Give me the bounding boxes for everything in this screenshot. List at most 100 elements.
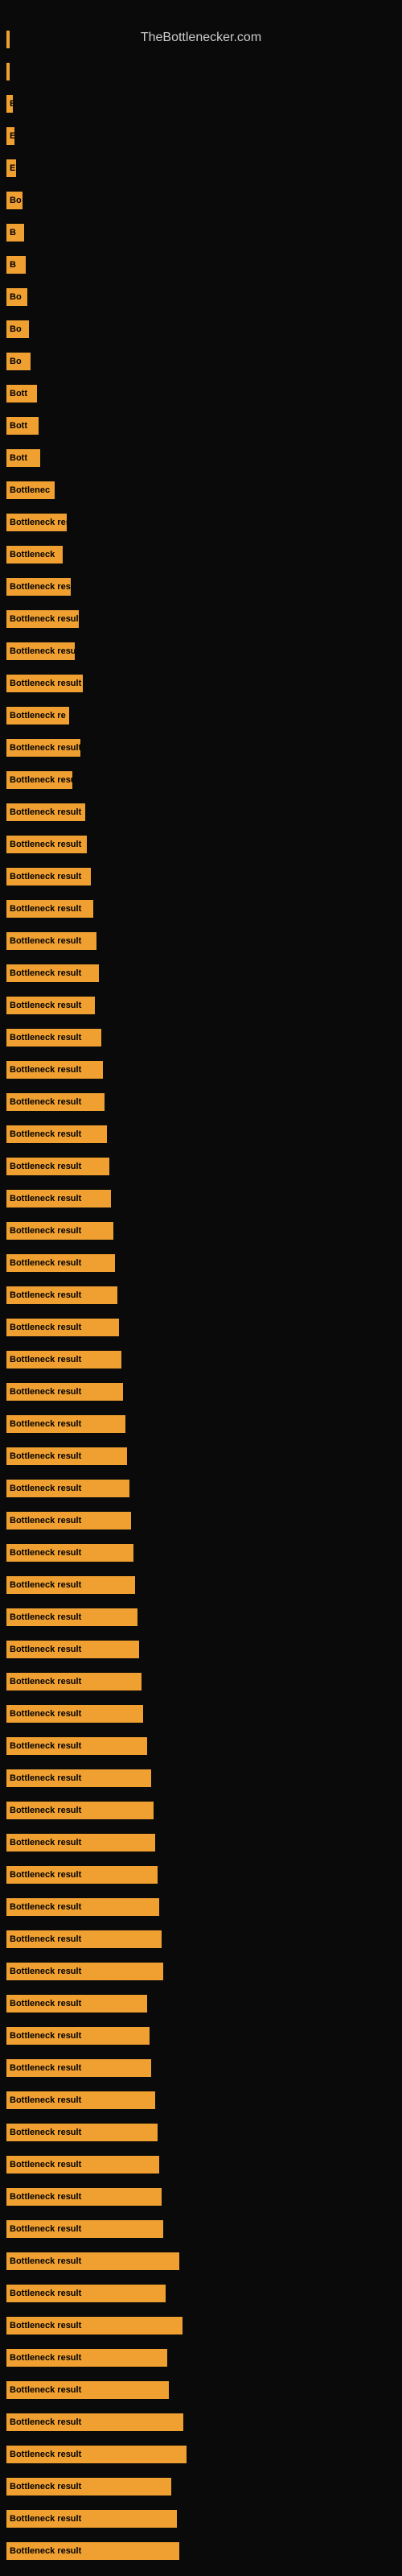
bar: Bottleneck result: [6, 2124, 158, 2141]
bar: Bott: [6, 385, 37, 402]
bar-row: E: [6, 125, 14, 147]
bar: Bottleneck result: [6, 1480, 129, 1497]
bar-row: E: [6, 93, 13, 115]
bar-row: Bottleneck result: [6, 1220, 113, 1242]
bar: Bottleneck result: [6, 868, 91, 886]
bar: Bottlenec: [6, 481, 55, 499]
bar: Bottleneck result: [6, 836, 87, 853]
bar: Bottleneck resu: [6, 642, 75, 660]
bar-row: E: [6, 157, 16, 180]
bar-row: Bott: [6, 447, 40, 469]
bar: Bottleneck result: [6, 2478, 171, 2496]
bar-row: Bottlenec: [6, 479, 55, 502]
bar: Bottleneck result: [6, 2027, 150, 2045]
bar: Bottleneck re: [6, 707, 69, 724]
bar-row: Bottleneck result: [6, 2089, 155, 2112]
bar-row: Bottleneck result: [6, 2025, 150, 2047]
bar: Bottleneck result: [6, 997, 95, 1014]
bar: B: [6, 224, 24, 242]
bar-row: Bottleneck result: [6, 2186, 162, 2208]
bar: Bottleneck result: [6, 2413, 183, 2431]
bar-row: Bottleneck result: [6, 1284, 117, 1307]
bar-row: Bottleneck result: [6, 1735, 147, 1757]
bar-row: Bottleneck result: [6, 2475, 171, 2498]
bar: Bottleneck result: [6, 1319, 119, 1336]
bar: Bottleneck result: [6, 900, 93, 918]
bar: Bottleneck result: [6, 2188, 162, 2206]
bar-row: Bottleneck result: [6, 1316, 119, 1339]
bar-row: B: [6, 254, 26, 276]
bar-row: Bottleneck result: [6, 608, 79, 630]
bar: Bottleneck result: [6, 739, 80, 757]
bar-row: Bottleneck result: [6, 1123, 107, 1146]
bar-row: Bottleneck result: [6, 2153, 159, 2176]
bar-row: Bottleneck result: [6, 1413, 125, 1435]
bar-row: Bottleneck result: [6, 1187, 111, 1210]
bar-row: Bottleneck result: [6, 1445, 127, 1468]
bar-row: Bottleneck result: [6, 1606, 137, 1629]
bar-row: Bottleneck result: [6, 1767, 151, 1790]
bar: Bottleneck res: [6, 514, 67, 531]
bar: Bottleneck result: [6, 1769, 151, 1787]
bar: Bottleneck result: [6, 610, 79, 628]
bar: Bottleneck result: [6, 1415, 125, 1433]
bar-row: Bottleneck result: [6, 1155, 109, 1178]
bar: Bo: [6, 320, 29, 338]
bar: Bottleneck result: [6, 1963, 163, 1980]
bar: Bottleneck result: [6, 2091, 155, 2109]
bar: Bottleneck result: [6, 1061, 103, 1079]
bar-row: B: [6, 221, 24, 244]
bar: Bottleneck result: [6, 1866, 158, 1884]
bar: Bottleneck result: [6, 932, 96, 950]
bar-row: Bottleneck result: [6, 1960, 163, 1983]
bar: Bottleneck result: [6, 2510, 177, 2528]
bar: Bottleneck result: [6, 1737, 147, 1755]
bar: E: [6, 159, 16, 177]
bar-row: Bottleneck result: [6, 2379, 169, 2401]
bar: Bottleneck: [6, 546, 63, 564]
bar: Bottleneck result: [6, 675, 83, 692]
bar-row: Bottleneck result: [6, 2347, 167, 2369]
bar: Bottleneck result: [6, 1158, 109, 1175]
bar: Bottleneck result: [6, 1351, 121, 1368]
bar: Bottleneck result: [6, 1125, 107, 1143]
bar-row: Bottleneck result: [6, 1509, 131, 1532]
bar-row: Bottleneck result: [6, 2057, 151, 2079]
bar-row: Bottleneck result: [6, 898, 93, 920]
bar: Bottleneck resu: [6, 771, 72, 789]
bar-row: Bottleneck result: [6, 1638, 139, 1661]
bar: Bottleneck result: [6, 2317, 183, 2334]
bar-row: Bottleneck result: [6, 1799, 154, 1822]
bar: Bottleneck result: [6, 1898, 159, 1916]
bar: E: [6, 95, 13, 113]
bar-row: Bottleneck result: [6, 801, 85, 824]
bar-row: Bottleneck result: [6, 1992, 147, 2015]
bar-row: [6, 28, 10, 51]
bar: Bottleneck result: [6, 1705, 143, 1723]
bar: Bottleneck result: [6, 1029, 101, 1046]
bar-row: Bott: [6, 415, 39, 437]
bar-row: Bottleneck result: [6, 1831, 155, 1854]
bar: Bottleneck result: [6, 2220, 163, 2238]
bar: Bottleneck result: [6, 1190, 111, 1208]
bar-row: Bottleneck result: [6, 2411, 183, 2434]
bar: Bottleneck result: [6, 1995, 147, 2013]
bar: Bottleneck result: [6, 2285, 166, 2302]
bar-row: Bottleneck result: [6, 1477, 129, 1500]
bar: Bottleneck result: [6, 1608, 137, 1626]
bar-row: Bottleneck resu: [6, 769, 72, 791]
bar-row: Bottleneck result: [6, 1059, 103, 1081]
bar: Bottleneck result: [6, 2381, 169, 2399]
bar-row: [6, 60, 10, 83]
bar: Bottleneck result: [6, 1544, 133, 1562]
bar: [6, 31, 10, 48]
bar-row: Bo: [6, 286, 27, 308]
bar-row: Bo: [6, 350, 31, 373]
bar-row: Bottleneck result: [6, 962, 99, 985]
bar-row: Bottleneck result: [6, 1026, 101, 1049]
bar: Bottleneck result: [6, 2059, 151, 2077]
bar-row: Bottleneck result: [6, 2508, 177, 2530]
bar: Bottleneck result: [6, 1673, 142, 1690]
bar-row: Bottleneck result: [6, 2282, 166, 2305]
bar: Bottleneck result: [6, 1930, 162, 1948]
